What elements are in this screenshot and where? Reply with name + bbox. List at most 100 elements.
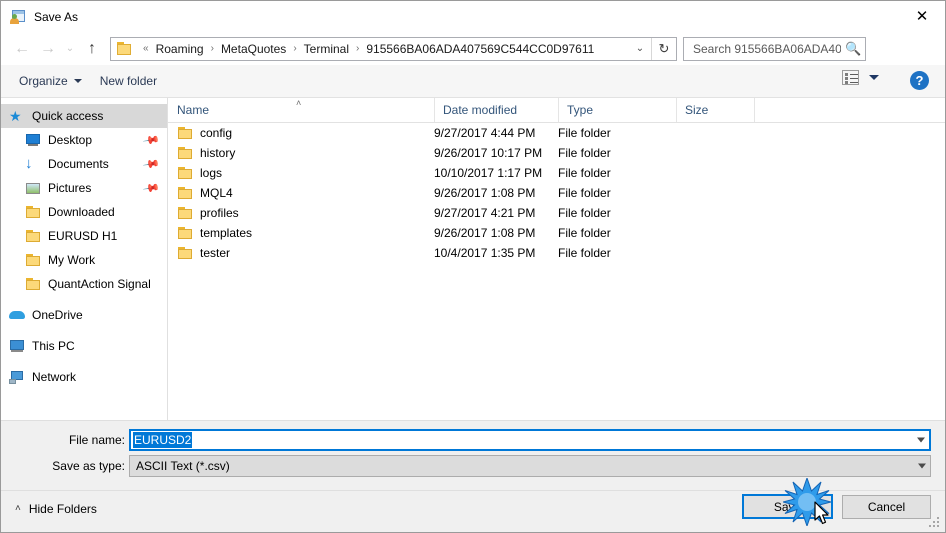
this-pc-icon <box>9 338 25 354</box>
up-icon[interactable]: ↑ <box>79 36 105 62</box>
save-as-type-label: Save as type: <box>52 459 125 473</box>
breadcrumb-separator: › <box>356 43 360 54</box>
type-cell: File folder <box>558 146 611 160</box>
column-headers: Name Date modified Type Size ˄ <box>168 98 945 123</box>
file-name-cell: tester <box>200 246 231 260</box>
network-icon <box>9 369 25 385</box>
sidebar-item-label: Pictures <box>48 181 92 195</box>
folder-icon <box>177 165 193 181</box>
sidebar-item-my-work[interactable]: My Work <box>1 248 167 272</box>
search-input[interactable] <box>691 40 843 57</box>
date-modified-cell: 9/27/2017 4:44 PM <box>434 126 536 140</box>
help-icon[interactable]: ? <box>910 71 929 90</box>
hide-folders-button[interactable]: ˄ Hide Folders <box>15 502 97 516</box>
file-name-cell: logs <box>200 166 223 180</box>
file-name-cell: MQL4 <box>200 186 233 200</box>
organize-button[interactable]: Organize <box>10 70 91 92</box>
search-box[interactable]: 🔍 <box>683 36 866 61</box>
folder-icon <box>25 276 41 292</box>
organize-label: Organize <box>19 74 68 88</box>
desktop-icon <box>25 132 41 148</box>
save-button[interactable]: Save <box>742 494 833 519</box>
hide-folders-label: Hide Folders <box>28 502 97 516</box>
title-bar: Save As ✕ <box>1 1 945 32</box>
breadcrumb-terminal[interactable]: Terminal <box>302 42 351 56</box>
new-folder-button[interactable]: New folder <box>91 70 166 92</box>
column-header-date[interactable]: Date modified <box>434 98 558 122</box>
chevron-down-icon[interactable] <box>917 437 925 443</box>
close-icon[interactable]: ✕ <box>899 1 945 32</box>
save-as-dialog: Save As ✕ ← → ⌄ ↑ « Roaming › MetaQuotes… <box>0 0 946 533</box>
pin-icon[interactable]: 📌 <box>142 155 160 174</box>
folder-icon <box>117 41 133 56</box>
table-row[interactable]: profiles 9/27/2017 4:21 PM File folder <box>168 203 945 223</box>
sidebar-item-this-pc[interactable]: This PC <box>1 334 167 358</box>
file-name-label: File name: <box>68 433 125 447</box>
breadcrumb-roaming[interactable]: Roaming <box>154 42 206 56</box>
table-row[interactable]: templates 9/26/2017 1:08 PM File folder <box>168 223 945 243</box>
table-row[interactable]: logs 10/10/2017 1:17 PM File folder <box>168 163 945 183</box>
save-as-type-select[interactable]: ASCII Text (*.csv) <box>129 455 931 477</box>
type-cell: File folder <box>558 126 611 140</box>
sidebar-item-label: Network <box>32 370 77 384</box>
recent-locations-icon[interactable]: ⌄ <box>61 36 79 62</box>
file-name-cell: config <box>200 126 233 140</box>
file-rows: config 9/27/2017 4:44 PM File folder histor… <box>168 123 945 263</box>
sidebar-item-label: My Work <box>48 253 96 267</box>
chevron-down-icon[interactable]: ⌄ <box>630 38 650 60</box>
sidebar-item-label: Downloaded <box>48 205 115 219</box>
folder-icon <box>25 228 41 244</box>
folder-icon <box>25 252 41 268</box>
file-name-cell: history <box>200 146 236 160</box>
sidebar-item-label: This PC <box>32 339 75 353</box>
sidebar-item-eurusd-h1[interactable]: EURUSD H1 <box>1 224 167 248</box>
view-options-button[interactable] <box>842 70 879 85</box>
sidebar-item-label: OneDrive <box>32 308 83 322</box>
sidebar-item-pictures[interactable]: Pictures 📌 <box>1 176 167 200</box>
sidebar-item-label: EURUSD H1 <box>48 229 118 243</box>
sidebar-item-downloaded[interactable]: Downloaded <box>1 200 167 224</box>
save-form: File name: EURUSD2 Save as type: ASCII T… <box>1 420 945 490</box>
cancel-button[interactable]: Cancel <box>842 495 931 519</box>
sidebar-item-quick-access[interactable]: ★ Quick access <box>1 104 167 128</box>
address-bar[interactable]: « Roaming › MetaQuotes › Terminal › 9155… <box>110 36 677 61</box>
breadcrumb-current-folder[interactable]: 915566BA06ADA407569C544CC0D97611 <box>364 42 596 56</box>
folder-icon <box>177 145 193 161</box>
sidebar-item-network[interactable]: Network <box>1 365 167 389</box>
command-bar: Organize New folder ? <box>1 65 945 98</box>
type-cell: File folder <box>558 186 611 200</box>
column-header-size[interactable]: Size <box>676 98 754 122</box>
file-name-cell: profiles <box>200 206 239 220</box>
type-cell: File folder <box>558 166 611 180</box>
table-row[interactable]: tester 10/4/2017 1:35 PM File folder <box>168 243 945 263</box>
refresh-icon[interactable]: ↻ <box>651 37 676 60</box>
sidebar-item-label: Documents <box>48 157 109 171</box>
sidebar-item-quantaction-signal[interactable]: QuantAction Signal <box>1 272 167 296</box>
sidebar-item-onedrive[interactable]: OneDrive <box>1 303 167 327</box>
table-row[interactable]: config 9/27/2017 4:44 PM File folder <box>168 123 945 143</box>
list-view-icon <box>842 70 859 85</box>
navigation-pane: ★ Quick access Desktop 📌 ↓ Documents 📌 Pictures… <box>1 98 168 420</box>
folder-icon <box>177 185 193 201</box>
address-prefix: « <box>143 43 149 54</box>
chevron-down-icon <box>73 79 82 83</box>
pictures-icon <box>25 180 41 196</box>
dialog-body: ★ Quick access Desktop 📌 ↓ Documents 📌 Pictures… <box>1 98 945 420</box>
file-name-input[interactable]: EURUSD2 <box>129 429 931 451</box>
sidebar-item-desktop[interactable]: Desktop 📌 <box>1 128 167 152</box>
pin-icon[interactable]: 📌 <box>142 179 160 198</box>
chevron-down-icon <box>869 75 879 80</box>
chevron-down-icon[interactable] <box>918 463 926 469</box>
back-icon[interactable]: ← <box>9 36 35 62</box>
sort-ascending-icon: ˄ <box>296 98 302 108</box>
sidebar-item-documents[interactable]: ↓ Documents 📌 <box>1 152 167 176</box>
search-icon: 🔍 <box>845 40 862 56</box>
table-row[interactable]: history 9/26/2017 10:17 PM File folder <box>168 143 945 163</box>
breadcrumb-metaquotes[interactable]: MetaQuotes <box>219 42 288 56</box>
forward-icon[interactable]: → <box>35 36 61 62</box>
pin-icon[interactable]: 📌 <box>142 131 160 150</box>
table-row[interactable]: MQL4 9/26/2017 1:08 PM File folder <box>168 183 945 203</box>
column-header-type[interactable]: Type <box>558 98 676 122</box>
